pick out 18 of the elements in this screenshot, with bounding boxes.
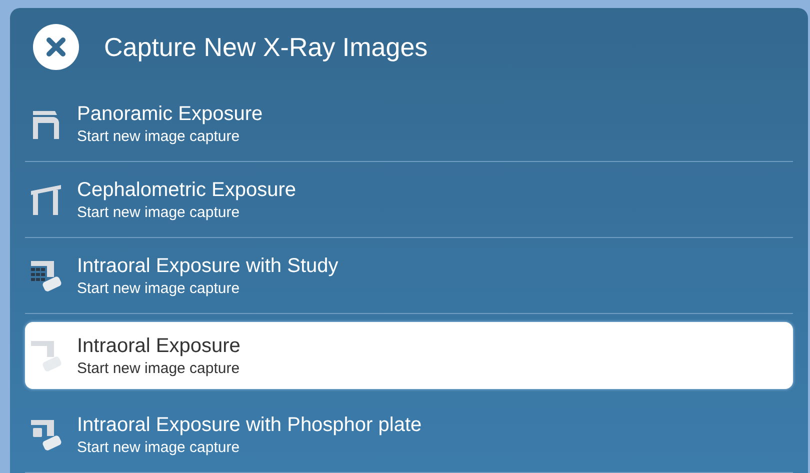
option-title: Cephalometric Exposure (77, 178, 296, 202)
option-title: Intraoral Exposure with Study (77, 254, 338, 278)
capture-option[interactable]: Panoramic Exposure Start new image capture (25, 86, 793, 161)
capture-option[interactable]: Intraoral Exposure Start new image capture (25, 322, 793, 389)
option-subtitle: Start new image capture (77, 126, 241, 146)
option-subtitle: Start new image capture (77, 202, 241, 222)
dialog-title: Capture New X-Ray Images (104, 30, 428, 64)
option-title: Panoramic Exposure (77, 102, 263, 126)
option-subtitle: Start new image capture (77, 278, 241, 298)
close-icon (46, 37, 66, 57)
capture-option[interactable]: Cephalometric Exposure Start new image capture (25, 162, 793, 237)
option-subtitle: Start new image capture (77, 438, 241, 458)
option-title: Intraoral Exposure (77, 334, 240, 358)
capture-option[interactable]: Intraoral Exposure with Phosphor plate Start new image capture (25, 397, 793, 472)
option-subtitle: Start new image capture (77, 358, 240, 378)
option-title: Intraoral Exposure with Phosphor plate (77, 412, 422, 438)
capture-option[interactable]: Intraoral Exposure with Study Start new image capture (25, 238, 793, 313)
close-button[interactable] (33, 24, 79, 70)
